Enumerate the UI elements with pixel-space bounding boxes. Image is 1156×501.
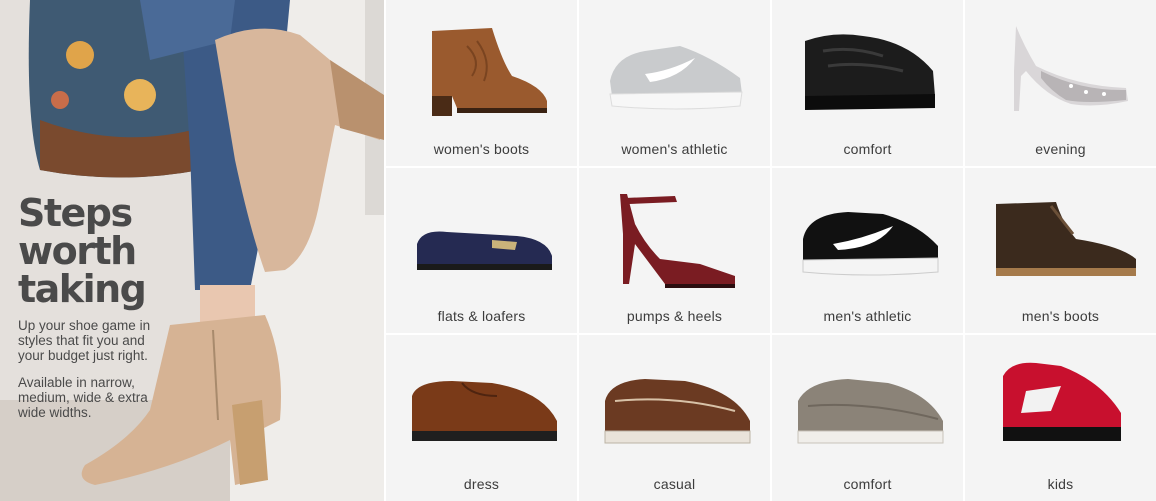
clog-icon: [804, 34, 935, 110]
hero-headline: Steps worth taking: [18, 194, 168, 308]
category-tile-womens-athletic[interactable]: women's athletic: [579, 0, 770, 166]
hero-widths-note: Available in narrow, medium, wide & extr…: [18, 375, 148, 420]
category-tile-comfort-slipon[interactable]: comfort: [772, 335, 963, 501]
category-tile-kids[interactable]: kids: [965, 335, 1156, 501]
kids-sneaker-icon: [1002, 363, 1121, 442]
tile-label: dress: [463, 476, 500, 492]
chukka-boot-icon: [995, 201, 1136, 276]
tile-label: flats & loafers: [437, 308, 526, 325]
tile-label: kids: [1047, 476, 1074, 492]
tile-label: comfort: [843, 140, 892, 157]
loafer-icon: [416, 231, 552, 270]
tile-label: evening: [1035, 140, 1086, 157]
strappy-heel-icon: [619, 193, 735, 288]
tile-label: men's boots: [1021, 308, 1100, 325]
tile-label: men's athletic: [823, 308, 912, 325]
category-tile-pumps-heels[interactable]: pumps & heels: [579, 167, 770, 334]
headline-line-3: taking: [18, 267, 147, 311]
headline-line-1: Steps: [18, 191, 133, 235]
category-tile-casual[interactable]: casual: [579, 335, 770, 501]
tile-label: comfort: [843, 476, 892, 492]
glitter-pump-icon: [1013, 26, 1128, 111]
tile-label: pumps & heels: [626, 308, 723, 325]
category-tile-flats-loafers[interactable]: flats & loafers: [386, 167, 577, 334]
category-tile-womens-boots[interactable]: women's boots: [386, 0, 577, 166]
mens-sneaker-icon: [802, 211, 938, 276]
oxford-shoe-icon: [411, 381, 557, 442]
hero-text: Steps worth taking Up your shoe game in …: [18, 194, 168, 420]
headline-line-2: worth: [18, 229, 137, 273]
tile-label: women's athletic: [621, 140, 728, 157]
tile-label: casual: [653, 476, 696, 492]
hero-banner[interactable]: Steps worth taking Up your shoe game in …: [0, 0, 384, 501]
womens-boot-icon: [431, 28, 547, 116]
tile-label: women's boots: [433, 140, 530, 157]
category-tile-mens-boots[interactable]: men's boots: [965, 167, 1156, 334]
womens-sneaker-icon: [608, 46, 743, 110]
hero-subcopy: Up your shoe game in styles that fit you…: [18, 318, 151, 363]
slip-on-icon: [797, 379, 943, 444]
category-tile-evening[interactable]: evening: [965, 0, 1156, 166]
category-grid: women's boots women's athletic comfort e…: [386, 0, 1156, 501]
boat-shoe-icon: [604, 379, 750, 444]
category-tile-dress[interactable]: dress: [386, 335, 577, 501]
category-tile-comfort[interactable]: comfort: [772, 0, 963, 166]
category-tile-mens-athletic[interactable]: men's athletic: [772, 167, 963, 334]
